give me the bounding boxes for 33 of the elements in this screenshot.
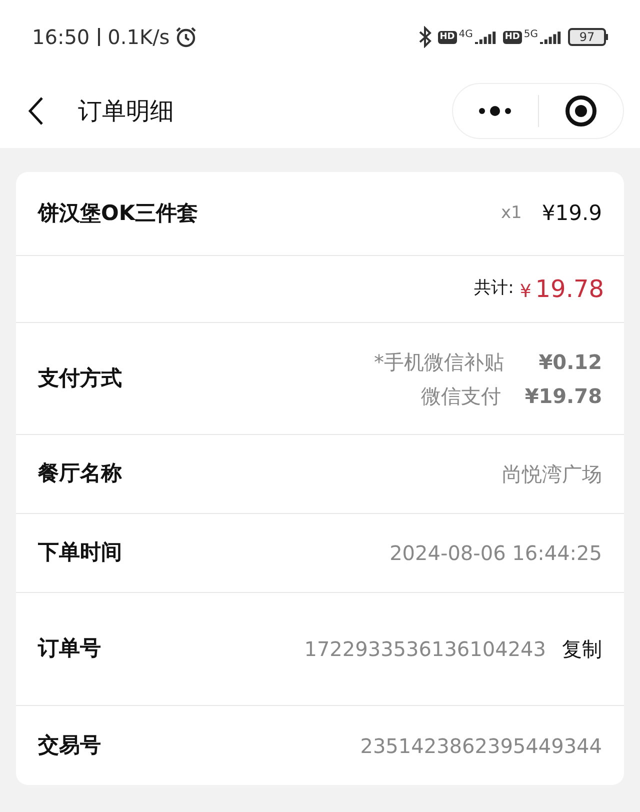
battery-level: 97 [579, 31, 595, 43]
page-title: 订单明细 [78, 96, 174, 127]
field-value: 2351423862395449344 [360, 732, 602, 760]
total-amount: ¥ 19.78 [520, 274, 604, 305]
target-icon [564, 95, 597, 127]
more-icon [477, 106, 514, 116]
field-label: 订单号 [38, 635, 102, 662]
item-quantity: x1 [500, 202, 522, 225]
item-price: ¥19.9 [542, 200, 602, 227]
item-name: 饼汉堡OK三件套 [38, 200, 200, 227]
field-label: 餐厅名称 [38, 460, 123, 488]
hd-badge: HD [438, 30, 457, 44]
total-label: 共计: [474, 277, 514, 300]
field-label: 下单时间 [38, 539, 123, 566]
signal-icon [474, 30, 497, 44]
field-value: 2024-08-06 16:44:25 [390, 540, 602, 567]
bluetooth-icon [418, 26, 432, 48]
field-value: 1722933536136104243 [304, 636, 546, 663]
status-time: 16:50 [32, 24, 90, 51]
payment-amount: ¥0.12 [538, 348, 602, 376]
field-label: 支付方式 [38, 364, 123, 392]
field-value: 尚悦湾广场 [502, 461, 602, 488]
network-type: 4G [458, 30, 473, 40]
payment-method: *手机微信补贴 [374, 348, 504, 376]
payment-amount: ¥19.78 [524, 382, 602, 410]
payment-method: 微信支付 [420, 382, 501, 410]
signal-icon [540, 30, 562, 44]
network-speed: 0.1K/s [108, 24, 170, 51]
alarm-clock-icon [174, 25, 198, 49]
copy-button[interactable]: 复制 [562, 634, 602, 664]
network-type: 5G [524, 30, 538, 40]
hd-badge: HD [502, 30, 522, 44]
field-label: 交易号 [38, 732, 102, 759]
